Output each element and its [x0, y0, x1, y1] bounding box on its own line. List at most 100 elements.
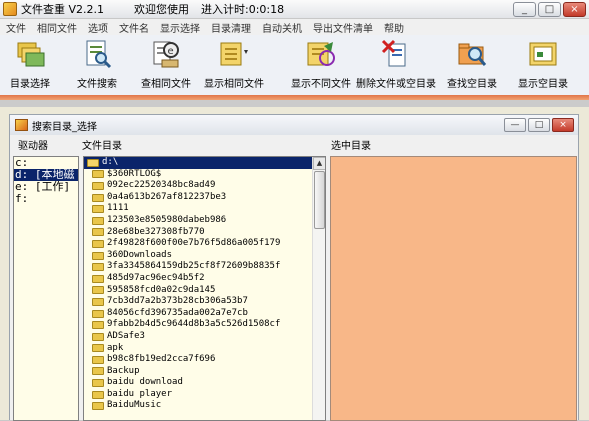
show-different-icon: [307, 42, 335, 66]
dir-item[interactable]: Backup: [84, 366, 312, 378]
file-search-icon: [86, 40, 112, 69]
show-duplicate-button[interactable]: 显示相同文件: [204, 35, 264, 93]
folder-icon: [92, 286, 104, 295]
dir-item[interactable]: 092ec22520348bc8ad49: [84, 180, 312, 192]
dir-item[interactable]: baidu download: [84, 377, 312, 389]
dir-item[interactable]: 3fa3345864159db25cf8f72609b8835f: [84, 261, 312, 273]
menu-options[interactable]: 选项: [88, 20, 108, 35]
menu-export-list[interactable]: 导出文件清单: [313, 20, 373, 35]
show-empty-folder-icon: [529, 42, 557, 66]
delete-file-icon: [381, 39, 406, 67]
scroll-up-arrow-icon[interactable]: ▲: [313, 157, 325, 170]
folder-icon: [92, 239, 104, 248]
dir-select-title: 搜索目录_选择: [32, 121, 97, 133]
dir-item[interactable]: 360Downloads: [84, 250, 312, 262]
drive-item[interactable]: c:: [14, 157, 78, 169]
sub-minimize-button[interactable]: —: [504, 118, 526, 132]
dir-item[interactable]: b98c8fb19ed2cca7f696: [84, 354, 312, 366]
folder-icon: [92, 332, 104, 341]
welcome-text: 欢迎您使用: [134, 3, 190, 16]
drive-item[interactable]: e: [工作]: [14, 181, 78, 193]
toolbar: 目录选择 文件搜索 e 查相同文件 显示相同文件 显示不同文件 删除文件或空目录…: [0, 35, 589, 95]
minimize-button[interactable]: _: [513, 2, 536, 17]
folder-icon: [92, 205, 104, 214]
dir-item[interactable]: apk: [84, 343, 312, 355]
drive-item[interactable]: d: [本地磁: [14, 169, 78, 181]
app-icon: [3, 2, 17, 16]
menu-help[interactable]: 帮助: [384, 20, 404, 35]
dir-item[interactable]: 28e68be327308fb770: [84, 227, 312, 239]
folder-icon: [92, 297, 104, 306]
dir-item[interactable]: 595858fcd0a02c9da145: [84, 285, 312, 297]
menu-file[interactable]: 文件: [6, 20, 26, 35]
dir-item[interactable]: $360RTLOG$: [84, 169, 312, 181]
menu-dir-cleanup[interactable]: 目录清理: [211, 20, 251, 35]
dir-item[interactable]: 2f49828f600f00e7b76f5d86a005f179: [84, 238, 312, 250]
drive-header: 驱动器: [18, 141, 48, 152]
drive-item[interactable]: f:: [14, 193, 78, 205]
show-duplicate-icon: [220, 42, 248, 66]
folder-icon: [92, 367, 104, 376]
delete-file-button[interactable]: 删除文件或空目录: [356, 35, 436, 93]
find-empty-folder-button[interactable]: 查找空目录: [446, 35, 498, 93]
menu-auto-shutdown[interactable]: 自动关机: [262, 20, 302, 35]
dir-scrollbar[interactable]: ▲: [312, 157, 325, 420]
title-bar[interactable]: 文件查重 V2.2.1 欢迎您使用 进入计时:0:0:18 _ □ ×: [0, 0, 589, 19]
dir-item[interactable]: 7cb3dd7a2b373b28cb306a53b7: [84, 296, 312, 308]
timer-text: 进入计时:0:0:18: [201, 3, 285, 16]
dir-item[interactable]: BaiduMusic: [84, 400, 312, 412]
folder-icon: [92, 390, 104, 399]
folder-icon: [92, 344, 104, 353]
dir-item[interactable]: 0a4a613b267af812237be3: [84, 192, 312, 204]
folder-icon: [92, 193, 104, 202]
maximize-button[interactable]: □: [538, 2, 561, 17]
dir-select-button[interactable]: 目录选择: [8, 35, 52, 93]
selected-header: 选中目录: [331, 141, 371, 152]
scroll-thumb[interactable]: [314, 171, 325, 229]
open-folder-icon: [87, 158, 99, 167]
folder-icon: [92, 379, 104, 388]
folder-icon: [92, 402, 104, 411]
close-button[interactable]: ×: [563, 2, 586, 17]
drive-list[interactable]: c: d: [本地磁 e: [工作] f:: [13, 156, 79, 421]
sub-maximize-button[interactable]: □: [528, 118, 550, 132]
window-title: 文件查重 V2.2.1: [21, 3, 105, 16]
dir-item[interactable]: baidu player: [84, 389, 312, 401]
sub-close-button[interactable]: ×: [552, 118, 574, 132]
menu-same-files[interactable]: 相同文件: [37, 20, 77, 35]
folder-icon: [92, 170, 104, 179]
dir-item[interactable]: 9fabb2b4d5c9644d8b3a5c526d1508cf: [84, 319, 312, 331]
find-duplicate-button[interactable]: e 查相同文件: [141, 35, 191, 93]
svg-text:e: e: [168, 46, 174, 57]
dir-select-window: 搜索目录_选择 — □ × 驱动器 文件目录 选中目录 c: d: [本地磁 e…: [9, 114, 579, 421]
folder-icon: [92, 263, 104, 272]
show-different-button[interactable]: 显示不同文件: [291, 35, 351, 93]
menu-filename[interactable]: 文件名: [119, 20, 149, 35]
folder-icon: [92, 309, 104, 318]
dir-select-title-bar[interactable]: 搜索目录_选择 — □ ×: [10, 115, 578, 135]
folder-icon: [92, 274, 104, 283]
toolbar-divider: [0, 95, 589, 107]
show-empty-folder-button[interactable]: 显示空目录: [515, 35, 571, 93]
selected-dir-list[interactable]: [330, 156, 577, 421]
dir-list[interactable]: d:\ $360RTLOG$ 092ec22520348bc8ad49 0a4a…: [83, 156, 326, 421]
dir-item[interactable]: 485d97ac96ec94b5f2: [84, 273, 312, 285]
folder-icon: [15, 119, 28, 131]
find-duplicate-icon: e: [153, 41, 179, 68]
menu-bar: 文件 相同文件 选项 文件名 显示选择 目录清理 自动关机 导出文件清单 帮助: [0, 19, 589, 35]
dir-item[interactable]: 84056cfd396735ada002a7e7cb: [84, 308, 312, 320]
file-search-button[interactable]: 文件搜索: [75, 35, 119, 93]
dir-item[interactable]: 123503e8505980dabeb986: [84, 215, 312, 227]
find-empty-folder-icon: [458, 43, 487, 66]
folders-icon: [17, 42, 45, 67]
app-window: 文件查重 V2.2.1 欢迎您使用 进入计时:0:0:18 _ □ × 文件 相…: [0, 0, 589, 421]
dir-item[interactable]: ADSafe3: [84, 331, 312, 343]
folder-icon: [92, 216, 104, 225]
folder-icon: [92, 251, 104, 260]
menu-display-select[interactable]: 显示选择: [160, 20, 200, 35]
folder-icon: [92, 321, 104, 330]
dir-item[interactable]: 1111: [84, 203, 312, 215]
dir-item-root[interactable]: d:\: [84, 157, 312, 169]
dir-header: 文件目录: [82, 141, 122, 152]
folder-icon: [92, 355, 104, 364]
